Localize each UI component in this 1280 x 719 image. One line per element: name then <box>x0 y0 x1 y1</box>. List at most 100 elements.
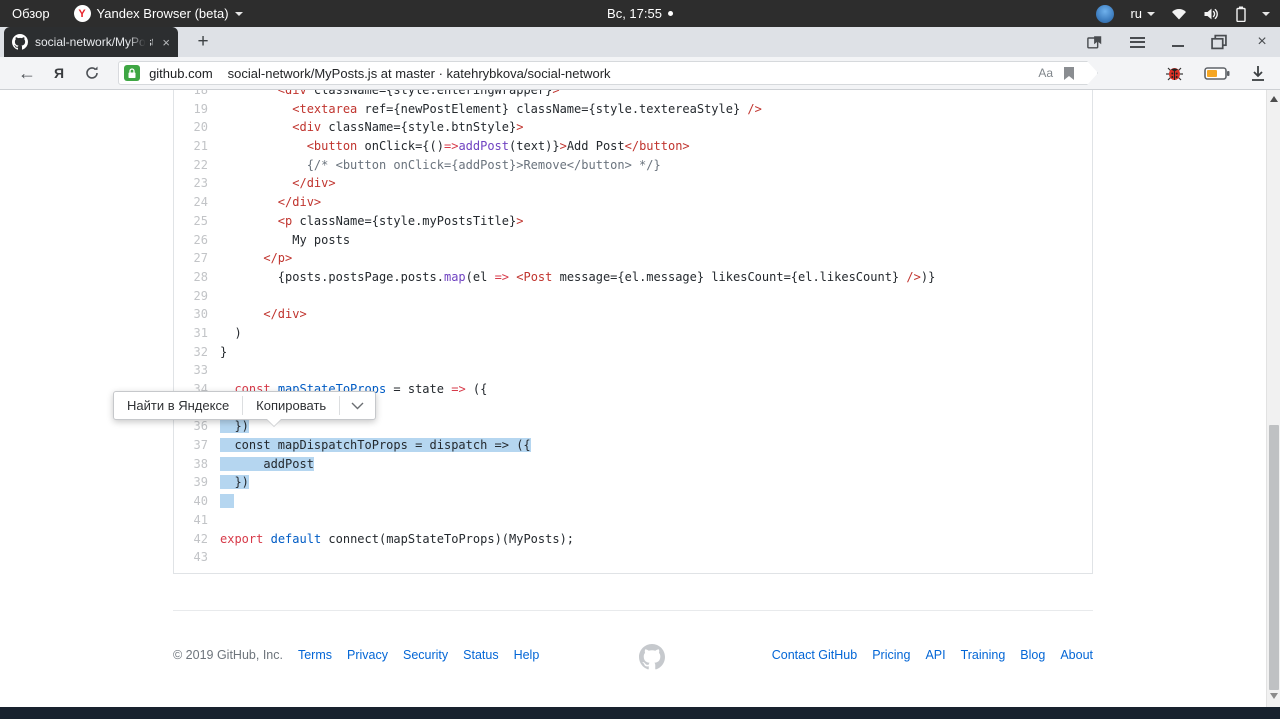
window-controls: × <box>1087 27 1270 57</box>
code-text: </div> <box>263 307 307 322</box>
code-text: <div className={style.btnStyle}> <box>292 120 524 135</box>
line-number[interactable]: 20 <box>174 118 220 137</box>
wifi-icon[interactable] <box>1171 7 1187 21</box>
line-number[interactable]: 28 <box>174 268 220 287</box>
line-number[interactable]: 23 <box>174 174 220 193</box>
system-tray: ru <box>1096 0 1270 27</box>
line-number[interactable]: 43 <box>174 548 220 567</box>
page-scrollbar[interactable] <box>1266 90 1280 707</box>
line-number[interactable]: 19 <box>174 100 220 119</box>
line-number[interactable]: 24 <box>174 193 220 212</box>
line-number[interactable]: 18 <box>174 90 220 100</box>
chevron-down-icon[interactable] <box>1262 11 1270 16</box>
line-number[interactable]: 30 <box>174 305 220 324</box>
code-line: 38 addPost <box>174 455 1092 474</box>
code-text: const mapDispatchToProps = dispatch => (… <box>220 436 531 455</box>
browser-app-menu[interactable]: Y Yandex Browser (beta) <box>73 5 243 22</box>
back-button[interactable]: ← <box>18 63 36 84</box>
download-icon[interactable] <box>1250 65 1266 82</box>
code-text: {/* <button onClick={addPost}>Remove</bu… <box>306 157 661 172</box>
line-number[interactable]: 22 <box>174 156 220 175</box>
footer-link[interactable]: Training <box>961 648 1006 662</box>
code-line: 20 <div className={style.btnStyle}> <box>174 118 1092 137</box>
selected-text: }) <box>220 475 249 490</box>
line-number[interactable]: 37 <box>174 436 220 455</box>
footer-link[interactable]: Contact GitHub <box>772 648 857 662</box>
adblock-bug-icon[interactable] <box>1165 65 1184 82</box>
github-logo[interactable] <box>639 644 665 670</box>
clock-menu[interactable]: Вс, 17:55 <box>607 0 673 27</box>
line-number[interactable]: 32 <box>174 343 220 362</box>
line-number[interactable]: 29 <box>174 287 220 306</box>
browser-app-menu-label: Yandex Browser (beta) <box>96 6 229 21</box>
code-text: <button onClick={()=>addPost(text)}>Add … <box>306 139 690 154</box>
yandex-search-button[interactable]: Я <box>54 65 64 81</box>
selected-text <box>220 494 235 509</box>
code-line: 43 <box>174 548 1092 567</box>
activities-button[interactable]: Обзор <box>12 6 50 21</box>
copy-button[interactable]: Копировать <box>243 392 339 419</box>
app-indicator-icon[interactable] <box>1096 4 1115 23</box>
line-number[interactable]: 38 <box>174 455 220 474</box>
line-number[interactable]: 27 <box>174 249 220 268</box>
footer-link[interactable]: About <box>1060 648 1093 662</box>
find-in-yandex-button[interactable]: Найти в Яндексе <box>114 392 242 419</box>
https-lock-icon[interactable] <box>124 65 140 81</box>
tab-social-network[interactable]: social-network/MyPosts × <box>4 27 178 57</box>
reload-icon[interactable] <box>84 65 100 81</box>
footer-left-links: © 2019 GitHub, Inc. Terms Privacy Security… <box>173 648 539 662</box>
battery-icon[interactable] <box>1236 6 1246 22</box>
code-text: </div> <box>277 195 322 210</box>
address-bar[interactable]: github.com social-network/MyPosts.js at … <box>118 61 1098 85</box>
footer-link[interactable]: Terms <box>298 648 332 662</box>
footer-link[interactable]: API <box>925 648 945 662</box>
close-window-icon[interactable]: × <box>1254 33 1270 50</box>
footer-link[interactable]: Privacy <box>347 648 388 662</box>
selected-text: const mapDispatchToProps = dispatch => (… <box>220 438 531 453</box>
footer-link[interactable]: Pricing <box>872 648 910 662</box>
translate-icon[interactable]: Aa <box>1038 66 1053 80</box>
code-lines: 18 <div className={style.enteringWrapper… <box>174 90 1092 567</box>
language-indicator[interactable]: ru <box>1130 6 1155 21</box>
footer-link[interactable]: Help <box>514 648 540 662</box>
line-number[interactable]: 21 <box>174 137 220 156</box>
menu-icon[interactable] <box>1130 36 1145 48</box>
restore-window-icon[interactable] <box>1211 34 1227 50</box>
footer-link[interactable]: Status <box>463 648 498 662</box>
sidebar-panel-icon[interactable] <box>1087 34 1103 50</box>
code-line: 37 const mapDispatchToProps = dispatch =… <box>174 436 1092 455</box>
new-tab-button[interactable]: + <box>190 29 216 55</box>
line-number[interactable]: 25 <box>174 212 220 231</box>
line-number[interactable]: 36 <box>174 417 220 436</box>
footer-link[interactable]: Blog <box>1020 648 1045 662</box>
scrollbar-thumb[interactable] <box>1269 425 1279 690</box>
popup-more-button[interactable] <box>340 392 375 419</box>
volume-icon[interactable] <box>1203 7 1220 21</box>
footer-link[interactable]: Security <box>403 648 448 662</box>
browser-toolbar: ← Я github.com social-network/MyPosts.js… <box>0 57 1280 90</box>
yandex-browser-icon: Y <box>73 5 91 22</box>
code-line: 42 export default connect(mapStateToProps… <box>174 530 1092 549</box>
line-number[interactable]: 40 <box>174 492 220 511</box>
scrollbar-down-arrow-icon[interactable] <box>1270 693 1278 699</box>
code-text: <div className={style.enteringWrapper}> <box>277 90 560 97</box>
tab-close-icon[interactable]: × <box>162 35 170 50</box>
address-domain: github.com <box>149 65 213 81</box>
line-number[interactable]: 39 <box>174 473 220 492</box>
code-line: 21 <button onClick={()=>addPost(text)}>A… <box>174 137 1092 156</box>
bookmark-icon[interactable] <box>1063 66 1075 81</box>
popup-notch <box>267 418 281 426</box>
code-line: 23 </div> <box>174 174 1092 193</box>
scrollbar-up-arrow-icon[interactable] <box>1270 96 1278 102</box>
tab-title-fade <box>128 31 150 53</box>
minimize-icon[interactable] <box>1172 45 1184 47</box>
line-number[interactable]: 41 <box>174 511 220 530</box>
browser-tab-strip: social-network/MyPosts × + × <box>0 27 1280 57</box>
line-number[interactable]: 31 <box>174 324 220 343</box>
line-number[interactable]: 26 <box>174 231 220 250</box>
code-text: ) <box>220 325 242 340</box>
line-number[interactable]: 42 <box>174 530 220 549</box>
battery-saver-icon[interactable] <box>1204 67 1230 80</box>
line-number[interactable]: 33 <box>174 361 220 380</box>
code-line: 33 <box>174 361 1092 380</box>
